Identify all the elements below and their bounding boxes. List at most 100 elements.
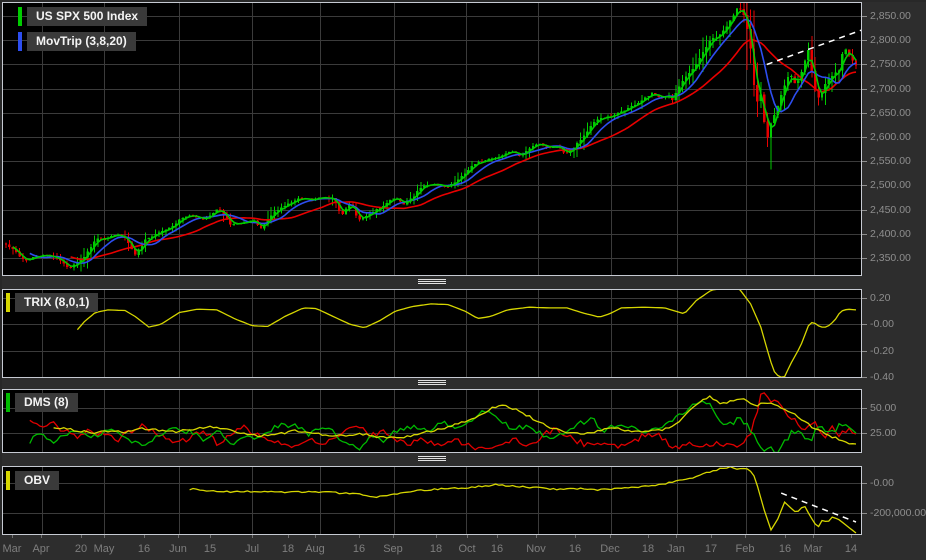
x-axis-tick [851, 535, 852, 538]
x-axis-tick [575, 535, 576, 538]
x-axis-label: 16 [490, 543, 504, 555]
legend-movtrip[interactable]: MovTrip (3,8,20) [18, 32, 136, 51]
legend-dms[interactable]: DMS (8) [6, 393, 78, 412]
x-axis-label: 16 [568, 543, 582, 555]
x-axis-tick [12, 535, 13, 538]
y-axis-tick-label: 2,700.00 [862, 83, 911, 95]
y-axis-tick-label: -200,000.00 [862, 507, 926, 519]
panel-divider[interactable] [2, 378, 862, 389]
x-axis-label: Dec [600, 543, 620, 555]
x-axis-label: Nov [526, 543, 546, 555]
x-axis-label: 16 [778, 543, 792, 555]
chart-window: US SPX 500 Index MovTrip (3,8,20) TRIX (… [0, 0, 926, 560]
legend-color-marker [6, 293, 10, 312]
x-axis-tick [81, 535, 82, 538]
x-axis-label: 18 [641, 543, 655, 555]
x-axis-tick [676, 535, 677, 538]
obv-chart-canvas [3, 467, 861, 534]
y-axis-tick-label: 2,600.00 [862, 131, 911, 143]
legend-label: MovTrip (3,8,20) [27, 32, 136, 51]
legend-color-marker [18, 32, 22, 51]
x-axis-label: Sep [383, 543, 403, 555]
y-axis-tick-label: 2,350.00 [862, 252, 911, 264]
x-axis-tick [536, 535, 537, 538]
y-axis-tick-label: -0.00 [862, 477, 894, 489]
x-axis-label: 15 [203, 543, 217, 555]
legend-obv[interactable]: OBV [6, 471, 60, 490]
y-axis-tick-label: 2,800.00 [862, 34, 911, 46]
x-axis-tick [711, 535, 712, 538]
y-axis-tick-label: 50.00 [862, 402, 896, 414]
x-axis-tick [610, 535, 611, 538]
dms-chart-canvas [3, 390, 861, 452]
legend-label: US SPX 500 Index [27, 7, 148, 26]
price-axis-column[interactable]: 2,850.00 2,800.00 2,750.00 2,700.00 2,650.00… [862, 2, 926, 535]
x-axis-tick [648, 535, 649, 538]
x-axis-label: 18 [281, 543, 295, 555]
divider-grip-handle[interactable] [418, 380, 446, 388]
time-axis[interactable]: Mar Apr 20 May 16 Jun 15 Jul 18 Aug 16 Sep 18 Oct 16 No… [0, 535, 926, 560]
x-axis-tick [178, 535, 179, 538]
x-axis-label: Apr [32, 543, 50, 555]
y-axis-tick-label: 2,850.00 [862, 10, 911, 22]
legend-color-marker [6, 471, 10, 490]
panel-divider[interactable] [2, 276, 862, 289]
price-panel[interactable]: US SPX 500 Index MovTrip (3,8,20) [2, 2, 862, 276]
legend-trix[interactable]: TRIX (8,0,1) [6, 293, 99, 312]
y-axis-tick-label: 25.00 [862, 427, 896, 439]
divider-grip-handle[interactable] [418, 456, 446, 464]
x-axis-label: 17 [704, 543, 718, 555]
x-axis-tick [359, 535, 360, 538]
x-axis-label: 16 [137, 543, 151, 555]
x-axis-label: 18 [429, 543, 443, 555]
legend-label: OBV [15, 471, 60, 490]
x-axis-label: Jun [169, 543, 187, 555]
x-axis-label: Jan [667, 543, 685, 555]
x-axis-tick [467, 535, 468, 538]
trix-chart-canvas [3, 290, 861, 377]
x-axis-label: 14 [844, 543, 858, 555]
x-axis-tick [497, 535, 498, 538]
x-axis-tick [745, 535, 746, 538]
x-axis-label: Mar [2, 543, 22, 555]
x-axis-tick [785, 535, 786, 538]
y-axis-tick-label: 2,450.00 [862, 204, 911, 216]
x-axis-label: Mar [803, 543, 823, 555]
divider-grip-handle[interactable] [418, 279, 446, 287]
x-axis-tick [252, 535, 253, 538]
x-axis-tick [104, 535, 105, 538]
x-axis-label: May [93, 543, 115, 555]
x-axis-label: Aug [305, 543, 325, 555]
y-axis-tick-label: -0.40 [862, 371, 894, 383]
x-axis-tick [288, 535, 289, 538]
legend-color-marker [18, 7, 22, 26]
legend-label: TRIX (8,0,1) [15, 293, 99, 312]
x-axis-label: Oct [458, 543, 476, 555]
x-axis-label: Jul [244, 543, 260, 555]
dms-panel[interactable]: DMS (8) [2, 389, 862, 453]
y-axis-tick-label: 2,500.00 [862, 179, 911, 191]
x-axis-tick [144, 535, 145, 538]
x-axis-tick [210, 535, 211, 538]
panel-divider[interactable] [2, 453, 862, 466]
y-axis-tick-label: -0.00 [862, 318, 894, 330]
y-axis-tick-label: 2,550.00 [862, 155, 911, 167]
x-axis-label: 20 [74, 543, 88, 555]
x-axis-tick [41, 535, 42, 538]
x-axis-tick [315, 535, 316, 538]
obv-panel[interactable]: OBV [2, 466, 862, 535]
x-axis-tick [393, 535, 394, 538]
legend-us-spx-500-index[interactable]: US SPX 500 Index [18, 7, 148, 26]
y-axis-tick-label: 2,750.00 [862, 58, 911, 70]
x-axis-tick [813, 535, 814, 538]
y-axis-tick-label: 0.20 [862, 292, 890, 304]
legend-color-marker [6, 393, 10, 412]
x-axis-label: 16 [352, 543, 366, 555]
x-axis-label: Feb [735, 543, 755, 555]
x-axis-tick [436, 535, 437, 538]
y-axis-tick-label: 2,650.00 [862, 107, 911, 119]
y-axis-tick-label: -0.20 [862, 345, 894, 357]
trix-panel[interactable]: TRIX (8,0,1) [2, 289, 862, 378]
legend-label: DMS (8) [15, 393, 78, 412]
y-axis-tick-label: 2,400.00 [862, 228, 911, 240]
